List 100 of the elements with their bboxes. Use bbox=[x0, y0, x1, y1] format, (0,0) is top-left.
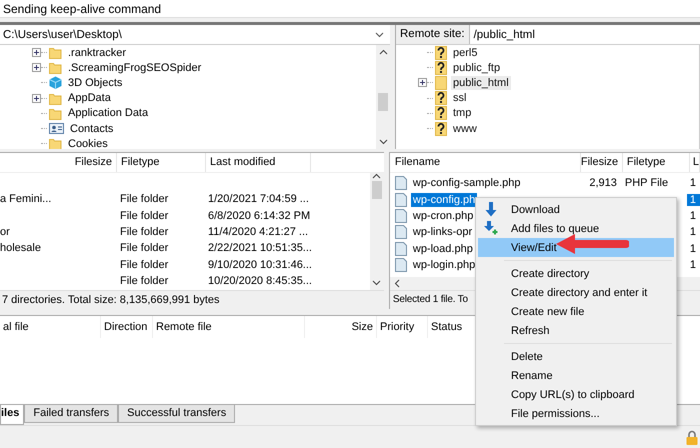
folder-tree-item[interactable]: public_html bbox=[451, 76, 511, 90]
folder-tree-item[interactable]: 3D Objects bbox=[66, 76, 124, 90]
scrollbar-thumb[interactable] bbox=[378, 93, 388, 111]
file-name[interactable]: or bbox=[0, 226, 10, 238]
file-icon bbox=[394, 192, 407, 207]
modified-date: 1 bbox=[690, 210, 696, 222]
remote-site-label: Remote site: bbox=[396, 25, 470, 44]
question-folder-icon bbox=[435, 60, 447, 75]
modified-date: 10/20/2020 8:45:35... bbox=[208, 275, 312, 288]
file-type: File folder bbox=[120, 193, 168, 206]
modified-date: 1 bbox=[690, 242, 696, 255]
modified-date: 1 bbox=[690, 259, 696, 272]
folder-tree-item[interactable]: Contacts bbox=[68, 122, 116, 136]
question-folder-icon bbox=[435, 106, 447, 120]
file-name[interactable]: wp-load.php bbox=[410, 242, 475, 256]
folder-icon bbox=[49, 46, 62, 60]
column-header[interactable]: Filetype bbox=[117, 153, 206, 172]
scrollbar-thumb[interactable] bbox=[372, 181, 382, 199]
expand-icon[interactable] bbox=[418, 78, 427, 88]
download-icon bbox=[484, 202, 498, 217]
column-header[interactable]: Status bbox=[431, 321, 462, 333]
file-name[interactable]: wp-login.php bbox=[410, 258, 478, 272]
question-folder-icon bbox=[435, 91, 447, 106]
file-name[interactable]: holesale bbox=[0, 242, 41, 254]
remote-path-field[interactable]: /public_html bbox=[470, 28, 535, 40]
file-type: PHP File bbox=[624, 177, 668, 190]
menu-item[interactable]: File permissions... bbox=[478, 404, 674, 423]
folder-tree-item[interactable]: .ranktracker bbox=[66, 46, 128, 60]
file-size: 2,913 bbox=[589, 177, 617, 190]
menu-item[interactable]: Copy URL(s) to clipboard bbox=[478, 385, 674, 404]
folder-tree-item[interactable]: .ScreamingFrogSEOSpider bbox=[66, 60, 204, 75]
menu-item[interactable]: Delete bbox=[478, 347, 674, 366]
file-icon bbox=[394, 242, 407, 256]
file-type: File folder bbox=[120, 226, 168, 238]
folder-tree-item[interactable]: public_ftp bbox=[451, 60, 502, 75]
column-header[interactable]: al file bbox=[3, 321, 29, 333]
scroll-down-icon[interactable] bbox=[372, 280, 382, 286]
scroll-up-icon[interactable] bbox=[372, 173, 382, 179]
modified-date: 6/8/2020 6:14:32 PM bbox=[208, 210, 310, 222]
lock-icon bbox=[686, 430, 698, 444]
column-header[interactable]: Last modified bbox=[206, 153, 311, 172]
question-folder-icon bbox=[435, 46, 447, 60]
menu-item[interactable]: Add files to queue bbox=[478, 219, 674, 238]
file-type: File folder bbox=[120, 242, 168, 254]
file-name[interactable]: wp-cron.php bbox=[410, 208, 476, 223]
expand-icon[interactable] bbox=[32, 94, 41, 103]
modified-date: 1 bbox=[690, 226, 696, 238]
scroll-down-icon[interactable] bbox=[378, 139, 388, 145]
modified-date: 11/4/2020 4:21:27 ... bbox=[208, 226, 308, 238]
file-name[interactable]: a Femini... bbox=[0, 193, 52, 206]
folder-icon bbox=[49, 137, 62, 149]
file-name[interactable]: wp-config-sample.php bbox=[410, 176, 522, 190]
modified-date: 2/22/2021 10:51:35... bbox=[208, 242, 312, 254]
local-status-text: 7 directories. Total size: 8,135,669,991 bytes bbox=[0, 290, 384, 309]
folder-icon bbox=[435, 76, 447, 90]
expand-icon[interactable] bbox=[32, 48, 41, 58]
column-header[interactable]: Priority bbox=[380, 321, 414, 333]
queue-tab[interactable]: Failed transfers bbox=[24, 405, 118, 423]
folder-icon bbox=[49, 92, 62, 105]
folder-tree-item[interactable]: Cookies bbox=[66, 136, 110, 149]
folder-tree-item[interactable]: tmp bbox=[451, 106, 474, 120]
folder-tree-item[interactable]: ssl bbox=[451, 91, 468, 106]
file-icon bbox=[394, 176, 407, 190]
file-type: File folder bbox=[120, 258, 168, 271]
menu-item[interactable]: Create directory bbox=[478, 264, 674, 283]
menu-item[interactable]: Download bbox=[478, 200, 674, 219]
file-type: File folder bbox=[120, 275, 168, 288]
file-icon bbox=[394, 225, 407, 240]
menu-item[interactable]: Refresh bbox=[478, 321, 674, 340]
modified-date: 1/20/2021 7:04:59 ... bbox=[208, 193, 309, 206]
folder-tree-item[interactable]: www bbox=[451, 122, 479, 136]
question-folder-icon bbox=[435, 122, 447, 136]
queue-tab[interactable]: iles bbox=[0, 405, 24, 425]
column-header[interactable]: L bbox=[690, 153, 700, 172]
menu-item[interactable]: Rename bbox=[478, 366, 674, 385]
folder-tree-item[interactable]: AppData bbox=[66, 91, 113, 106]
file-type: File folder bbox=[120, 210, 168, 222]
expand-icon[interactable] bbox=[32, 63, 41, 72]
column-header[interactable]: Direction bbox=[104, 321, 148, 333]
column-header[interactable]: Filesize bbox=[55, 153, 117, 172]
add-to-queue-icon bbox=[484, 221, 498, 236]
column-header[interactable]: Filesize bbox=[580, 153, 623, 172]
folder-tree-item[interactable]: perl5 bbox=[451, 46, 480, 60]
column-header[interactable]: Remote file bbox=[156, 321, 212, 333]
file-name[interactable]: wp-config.ph bbox=[410, 192, 478, 207]
column-header[interactable]: Size bbox=[352, 321, 373, 333]
folder-icon bbox=[49, 106, 62, 120]
file-icon bbox=[394, 208, 407, 223]
file-icon bbox=[394, 258, 407, 272]
modified-date: 1 bbox=[690, 194, 696, 206]
scroll-up-icon[interactable] bbox=[378, 49, 388, 55]
log-message: Sending keep-alive command bbox=[3, 2, 162, 17]
column-header[interactable]: Filetype bbox=[622, 153, 690, 172]
file-name[interactable]: wp-links-opr bbox=[410, 225, 474, 240]
modified-date: 1 bbox=[690, 177, 696, 190]
scroll-left-icon[interactable] bbox=[394, 279, 400, 288]
folder-tree-item[interactable]: Application Data bbox=[66, 106, 150, 120]
contact-card-icon bbox=[49, 123, 64, 134]
queue-tab[interactable]: Successful transfers bbox=[118, 405, 236, 423]
column-header[interactable]: Filename bbox=[390, 153, 581, 172]
